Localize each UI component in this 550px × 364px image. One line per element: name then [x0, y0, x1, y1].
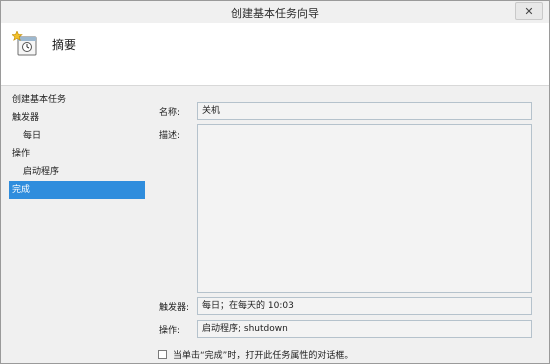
action-label: 操作: [159, 326, 181, 336]
nav-item-start-program[interactable]: 启动程序 [9, 163, 145, 181]
name-field[interactable]: 关机 [197, 102, 532, 120]
trigger-field[interactable]: 每日；在每天的 10:03 [197, 297, 532, 315]
nav-item-trigger[interactable]: 触发器 [9, 109, 145, 127]
window-title: 创建基本任务向导 [231, 7, 319, 20]
description-label: 描述: [159, 131, 181, 141]
wizard-window: 创建基本任务向导 ✕ 摘要 创建基本任务 触发器 每日 操作 启动程序 完成 名… [0, 0, 550, 364]
task-wizard-icon [11, 30, 40, 57]
open-properties-checkbox[interactable] [158, 350, 167, 359]
open-properties-label: 当单击“完成”时，打开此任务属性的对话框。 [173, 351, 354, 361]
header-panel: 摘要 [1, 23, 549, 86]
nav-item-create-basic-task[interactable]: 创建基本任务 [9, 91, 145, 109]
wizard-steps: 创建基本任务 触发器 每日 操作 启动程序 完成 [9, 91, 145, 199]
open-properties-option[interactable]: 当单击“完成”时，打开此任务属性的对话框。 [158, 348, 353, 361]
trigger-label: 触发器: [159, 303, 190, 313]
page-title: 摘要 [52, 38, 77, 52]
nav-item-daily[interactable]: 每日 [9, 127, 145, 145]
name-label: 名称: [159, 108, 181, 118]
close-button[interactable]: ✕ [515, 2, 543, 20]
nav-item-finish[interactable]: 完成 [9, 181, 145, 199]
description-field[interactable] [197, 124, 532, 293]
close-icon: ✕ [524, 4, 534, 18]
action-field[interactable]: 启动程序; shutdown [197, 320, 532, 338]
title-bar: 创建基本任务向导 ✕ [1, 1, 549, 23]
nav-item-action[interactable]: 操作 [9, 145, 145, 163]
